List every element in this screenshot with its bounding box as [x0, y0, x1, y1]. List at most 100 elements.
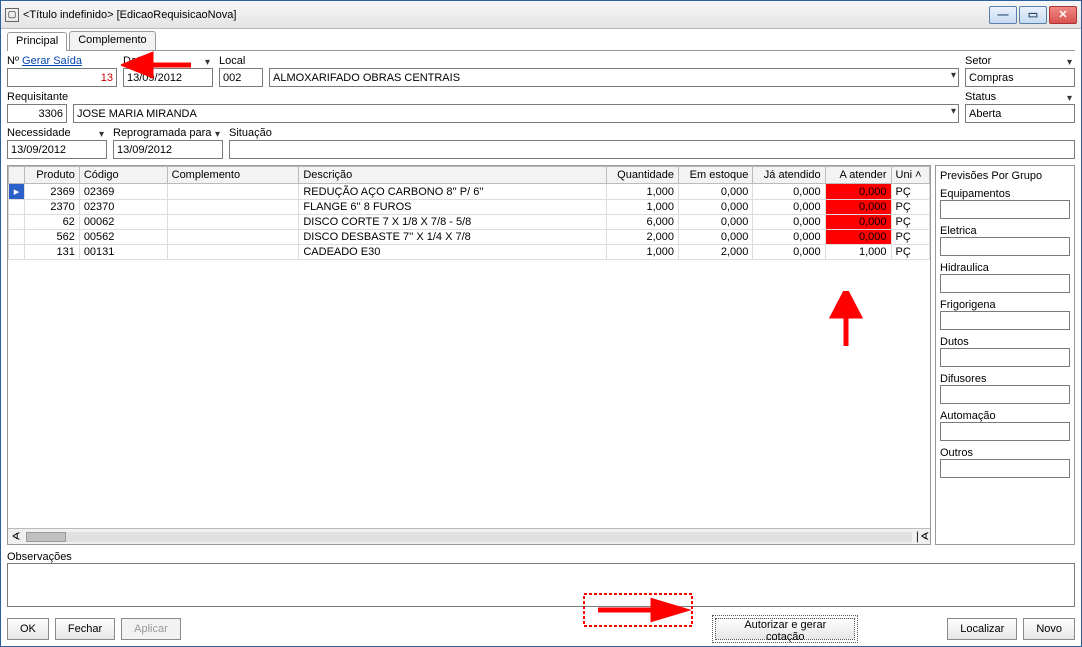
- row-indicator: [9, 230, 25, 245]
- requisitante-codigo-input[interactable]: [7, 104, 67, 123]
- ok-button[interactable]: OK: [7, 618, 49, 640]
- cell-uni[interactable]: PÇ: [891, 215, 929, 230]
- cell-a-atender[interactable]: 0,000: [825, 200, 891, 215]
- reprogramada-input[interactable]: [113, 140, 223, 159]
- cell-produto[interactable]: 131: [24, 245, 79, 260]
- cell-uni[interactable]: PÇ: [891, 230, 929, 245]
- header-complemento[interactable]: Complemento: [167, 167, 299, 184]
- cell-em-estoque[interactable]: 0,000: [679, 215, 753, 230]
- fechar-button[interactable]: Fechar: [55, 618, 115, 640]
- header-codigo[interactable]: Código: [79, 167, 167, 184]
- table-row[interactable]: 56200562 DISCO DESBASTE 7'' X 1/4 X 7/82,…: [9, 230, 930, 245]
- autorizar-button[interactable]: Autorizar e gerar cotação: [715, 618, 855, 640]
- cell-descricao[interactable]: CADEADO E30: [299, 245, 606, 260]
- cell-a-atender[interactable]: 0,000: [825, 215, 891, 230]
- cell-a-atender[interactable]: 0,000: [825, 184, 891, 200]
- cell-codigo[interactable]: 02370: [79, 200, 167, 215]
- cell-codigo[interactable]: 00131: [79, 245, 167, 260]
- cell-ja-atendido[interactable]: 0,000: [753, 184, 825, 200]
- grupo-outros-input[interactable]: [940, 459, 1070, 478]
- header-uni[interactable]: Uni ˄: [891, 167, 929, 184]
- cell-em-estoque[interactable]: 0,000: [679, 200, 753, 215]
- cell-ja-atendido[interactable]: 0,000: [753, 200, 825, 215]
- grupo-automacao-input[interactable]: [940, 422, 1070, 441]
- header-quantidade[interactable]: Quantidade: [606, 167, 678, 184]
- table-row[interactable]: 13100131CADEADO E301,0002,0000,0001,000P…: [9, 245, 930, 260]
- situacao-input[interactable]: [229, 140, 1075, 159]
- grid-horizontal-scrollbar[interactable]: ∢ ∣∢: [8, 528, 930, 544]
- cell-descricao[interactable]: REDUÇÃO AÇO CARBONO 8'' P/ 6'': [299, 184, 606, 200]
- grupo-dutos-input[interactable]: [940, 348, 1070, 367]
- produtos-grid[interactable]: Produto Código Complemento Descrição Qua…: [7, 165, 931, 545]
- local-nome-input[interactable]: [269, 68, 959, 87]
- grupo-outros-label: Outros: [940, 447, 973, 459]
- status-input[interactable]: [965, 104, 1075, 123]
- cell-descricao[interactable]: DISCO DESBASTE 7'' X 1/4 X 7/8: [299, 230, 606, 245]
- cell-descricao[interactable]: DISCO CORTE 7 X 1/8 X 7/8 - 5/8: [299, 215, 606, 230]
- data-input[interactable]: [123, 68, 213, 87]
- header-em-estoque[interactable]: Em estoque: [679, 167, 753, 184]
- grupo-eletrica-input[interactable]: [940, 237, 1070, 256]
- maximize-button[interactable]: ▭: [1019, 6, 1047, 24]
- cell-produto[interactable]: 2370: [24, 200, 79, 215]
- cell-produto[interactable]: 2369: [24, 184, 79, 200]
- novo-button[interactable]: Novo: [1023, 618, 1075, 640]
- cell-complemento[interactable]: [167, 215, 299, 230]
- cell-quantidade[interactable]: 1,000: [606, 184, 678, 200]
- aplicar-button: Aplicar: [121, 618, 181, 640]
- table-row[interactable]: 6200062 DISCO CORTE 7 X 1/8 X 7/8 - 5/86,…: [9, 215, 930, 230]
- gerar-saida-link[interactable]: Gerar Saída: [22, 55, 82, 67]
- cell-quantidade[interactable]: 2,000: [606, 230, 678, 245]
- grupo-difusores-input[interactable]: [940, 385, 1070, 404]
- cell-em-estoque[interactable]: 2,000: [679, 245, 753, 260]
- header-rowmark: [9, 167, 25, 184]
- cell-uni[interactable]: PÇ: [891, 200, 929, 215]
- header-produto[interactable]: Produto: [24, 167, 79, 184]
- reprogramada-label: Reprogramada para: [113, 127, 223, 139]
- cell-ja-atendido[interactable]: 0,000: [753, 230, 825, 245]
- header-ja-atendido[interactable]: Já atendido: [753, 167, 825, 184]
- close-button[interactable]: ✕: [1049, 6, 1077, 24]
- cell-uni[interactable]: PÇ: [891, 245, 929, 260]
- cell-descricao[interactable]: FLANGE 6'' 8 FUROS: [299, 200, 606, 215]
- scroll-left-icon[interactable]: ∢: [8, 530, 24, 543]
- numero-input[interactable]: [7, 68, 117, 87]
- cell-quantidade[interactable]: 6,000: [606, 215, 678, 230]
- cell-ja-atendido[interactable]: 0,000: [753, 245, 825, 260]
- cell-codigo[interactable]: 00562: [79, 230, 167, 245]
- cell-complemento[interactable]: [167, 184, 299, 200]
- setor-input[interactable]: [965, 68, 1075, 87]
- cell-quantidade[interactable]: 1,000: [606, 200, 678, 215]
- local-codigo-input[interactable]: [219, 68, 263, 87]
- scroll-right-icon[interactable]: ∣∢: [914, 530, 930, 543]
- cell-uni[interactable]: PÇ: [891, 184, 929, 200]
- cell-a-atender[interactable]: 0,000: [825, 230, 891, 245]
- cell-complemento[interactable]: [167, 245, 299, 260]
- cell-produto[interactable]: 62: [24, 215, 79, 230]
- table-row[interactable]: ▸236902369REDUÇÃO AÇO CARBONO 8'' P/ 6''…: [9, 184, 930, 200]
- header-a-atender[interactable]: A atender: [825, 167, 891, 184]
- tab-principal[interactable]: Principal: [7, 32, 67, 51]
- localizar-button[interactable]: Localizar: [947, 618, 1017, 640]
- necessidade-input[interactable]: [7, 140, 107, 159]
- grupo-equipamentos-input[interactable]: [940, 200, 1070, 219]
- observacoes-textarea[interactable]: [7, 563, 1075, 607]
- header-descricao[interactable]: Descrição: [299, 167, 606, 184]
- requisitante-nome-input[interactable]: [73, 104, 959, 123]
- grupo-hidraulica-input[interactable]: [940, 274, 1070, 293]
- cell-em-estoque[interactable]: 0,000: [679, 230, 753, 245]
- cell-codigo[interactable]: 02369: [79, 184, 167, 200]
- minimize-button[interactable]: —: [989, 6, 1017, 24]
- cell-ja-atendido[interactable]: 0,000: [753, 215, 825, 230]
- cell-a-atender[interactable]: 1,000: [825, 245, 891, 260]
- grupo-frigorigena-input[interactable]: [940, 311, 1070, 330]
- cell-produto[interactable]: 562: [24, 230, 79, 245]
- cell-em-estoque[interactable]: 0,000: [679, 184, 753, 200]
- cell-complemento[interactable]: [167, 230, 299, 245]
- cell-codigo[interactable]: 00062: [79, 215, 167, 230]
- cell-quantidade[interactable]: 1,000: [606, 245, 678, 260]
- cell-complemento[interactable]: [167, 200, 299, 215]
- grupo-hidraulica-label: Hidraulica: [940, 262, 989, 274]
- tab-complemento[interactable]: Complemento: [69, 31, 155, 50]
- table-row[interactable]: 237002370FLANGE 6'' 8 FUROS1,0000,0000,0…: [9, 200, 930, 215]
